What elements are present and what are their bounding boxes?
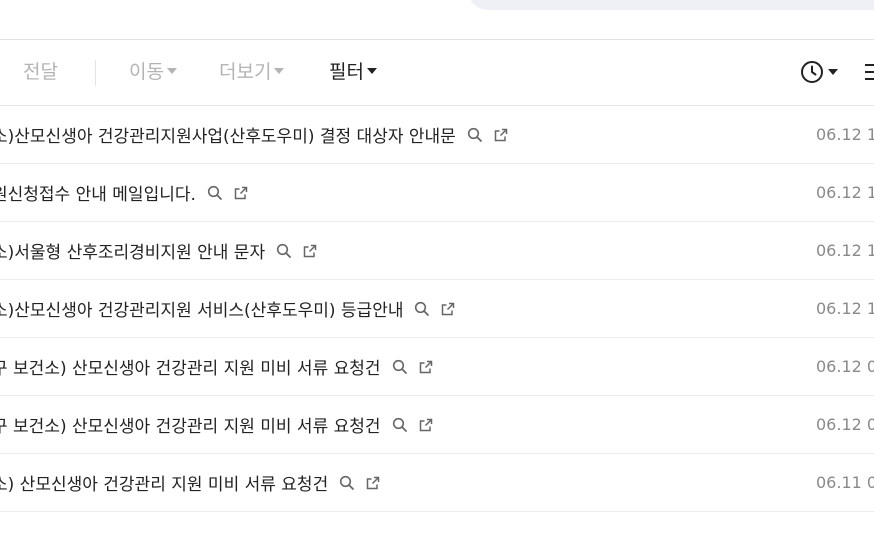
toolbar-separator — [95, 60, 96, 86]
mail-date: 06.12 11 — [816, 241, 874, 260]
external-link-icon[interactable] — [364, 474, 382, 492]
mail-subject[interactable]: 구 보건소) 산모신생아 건강관리 지원 미비 서류 요청건 — [0, 412, 381, 437]
forward-button[interactable]: 전달 — [23, 59, 58, 85]
chevron-down-icon — [366, 67, 377, 74]
mail-subject-cell: 소)산모신생아 건강관리지원 서비스(산후도우미) 등급안내 — [0, 280, 457, 337]
mail-subject-cell: 원신청접수 안내 메일입니다. — [0, 164, 250, 221]
search-bar[interactable] — [468, 0, 874, 10]
mail-subject[interactable]: 소)산모신생아 건강관리지원사업(산후도우미) 결정 대상자 안내문 — [0, 122, 456, 147]
external-link-icon[interactable] — [439, 300, 457, 318]
external-link-icon[interactable] — [417, 416, 435, 434]
mail-date: 06.12 09 — [816, 415, 874, 434]
magnifier-icon[interactable] — [391, 358, 409, 376]
magnifier-icon[interactable] — [338, 474, 356, 492]
mail-date: 06.12 09 — [816, 357, 874, 376]
clock-icon — [801, 61, 823, 83]
filter-button[interactable]: 필터 — [329, 59, 377, 85]
hamburger-icon[interactable] — [865, 62, 874, 82]
mail-date: 06.11 09 — [816, 473, 874, 492]
mail-subject-cell: 소) 산모신생아 건강관리 지원 미비 서류 요청건 — [0, 454, 382, 511]
sort-time-button[interactable] — [800, 59, 838, 85]
chevron-down-icon — [274, 67, 285, 74]
external-link-icon[interactable] — [492, 126, 510, 144]
magnifier-icon[interactable] — [206, 184, 224, 202]
mail-row[interactable]: 원신청접수 안내 메일입니다. 06.12 12 — [0, 164, 874, 222]
mail-date: 06.12 13 — [816, 125, 874, 144]
mail-row[interactable]: 소)서울형 산후조리경비지원 안내 문자 06.12 11 — [0, 222, 874, 280]
external-link-icon[interactable] — [301, 242, 319, 260]
mail-subject-cell: 구 보건소) 산모신생아 건강관리 지원 미비 서류 요청건 — [0, 396, 435, 453]
magnifier-icon[interactable] — [391, 416, 409, 434]
move-button[interactable]: 이동 — [129, 59, 177, 85]
mail-subject[interactable]: 원신청접수 안내 메일입니다. — [0, 180, 196, 205]
magnifier-icon[interactable] — [413, 300, 431, 318]
mail-subject[interactable]: 소)서울형 산후조리경비지원 안내 문자 — [0, 238, 265, 263]
filter-label: 필터 — [329, 61, 364, 83]
mail-date: 06.12 12 — [816, 183, 874, 202]
chevron-down-icon — [166, 67, 177, 74]
mail-row[interactable]: 소) 산모신생아 건강관리 지원 미비 서류 요청건 06.11 09 — [0, 454, 874, 512]
mail-subject[interactable]: 구 보건소) 산모신생아 건강관리 지원 미비 서류 요청건 — [0, 354, 381, 379]
mail-toolbar: 전달 이동 더보기 필터 — [0, 40, 874, 106]
magnifier-icon[interactable] — [275, 242, 293, 260]
mail-row[interactable]: 구 보건소) 산모신생아 건강관리 지원 미비 서류 요청건 06.12 09 — [0, 338, 874, 396]
mail-subject-cell: 구 보건소) 산모신생아 건강관리 지원 미비 서류 요청건 — [0, 338, 435, 395]
mail-date: 06.12 11 — [816, 299, 874, 318]
move-label: 이동 — [129, 61, 164, 83]
mail-subject-cell: 소)산모신생아 건강관리지원사업(산후도우미) 결정 대상자 안내문 — [0, 106, 510, 163]
mail-subject[interactable]: 소) 산모신생아 건강관리 지원 미비 서류 요청건 — [0, 470, 328, 495]
mail-app-window: 전달 이동 더보기 필터 소)산모신생아 건강관리지원사업(산후도우미) 결정 … — [0, 0, 874, 559]
more-label: 더보기 — [219, 61, 272, 83]
mail-row[interactable]: 소)산모신생아 건강관리지원사업(산후도우미) 결정 대상자 안내문 06.12… — [0, 106, 874, 164]
mail-row[interactable]: 소)산모신생아 건강관리지원 서비스(산후도우미) 등급안내 06.12 11 — [0, 280, 874, 338]
magnifier-icon[interactable] — [466, 126, 484, 144]
mail-list: 소)산모신생아 건강관리지원사업(산후도우미) 결정 대상자 안내문 06.12… — [0, 106, 874, 512]
chevron-down-icon — [828, 69, 838, 75]
mail-subject[interactable]: 소)산모신생아 건강관리지원 서비스(산후도우미) 등급안내 — [0, 296, 403, 321]
mail-subject-cell: 소)서울형 산후조리경비지원 안내 문자 — [0, 222, 319, 279]
more-button[interactable]: 더보기 — [219, 59, 285, 85]
external-link-icon[interactable] — [232, 184, 250, 202]
external-link-icon[interactable] — [417, 358, 435, 376]
mail-row[interactable]: 구 보건소) 산모신생아 건강관리 지원 미비 서류 요청건 06.12 09 — [0, 396, 874, 454]
